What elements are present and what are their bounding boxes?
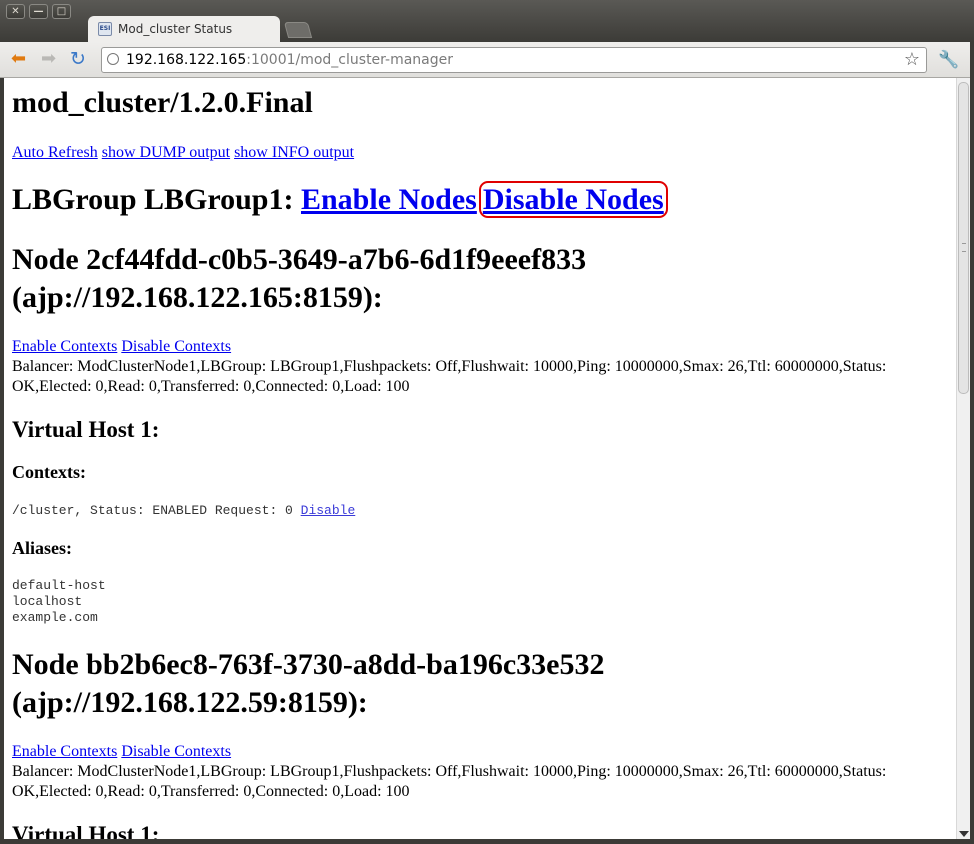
context-status: /cluster, Status: ENABLED Request: 0 [12, 503, 301, 518]
window-border [970, 42, 974, 844]
page-title: mod_cluster/1.2.0.Final [12, 86, 313, 119]
highlight-box: Disable Nodes [478, 181, 668, 218]
alias-item: localhost [12, 594, 83, 609]
window-titlebar: ✕ — □ ESI Mod_cluster Status [0, 0, 974, 42]
lbgroup-heading: LBGroup LBGroup1: Enable Nodes Disable No… [12, 181, 668, 218]
minimize-window-button[interactable]: — [29, 4, 48, 19]
node-2-virtual-host-heading: Virtual Host 1: [12, 822, 160, 839]
vertical-scrollbar[interactable] [956, 78, 970, 839]
window-controls: ✕ — □ [6, 4, 71, 19]
node-2-balancer-info: Balancer: ModClusterNode1,LBGroup: LBGro… [12, 763, 887, 800]
scroll-down-arrow-icon[interactable] [959, 831, 969, 837]
auto-refresh-link[interactable]: Auto Refresh [12, 144, 98, 161]
node-1-enable-contexts-link[interactable]: Enable Contexts [12, 338, 117, 355]
disable-nodes-link[interactable]: Disable Nodes [483, 183, 664, 216]
wrench-menu-icon[interactable]: 🔧 [938, 50, 959, 70]
window-border [0, 839, 974, 844]
node-1-heading: Node 2cf44fdd-c0b5-3649-a7b6-6d1f9eeef83… [12, 243, 587, 314]
forward-arrow-icon[interactable]: ➡ [41, 50, 56, 68]
scrollbar-thumb[interactable] [958, 82, 969, 394]
node-1-disable-contexts-link[interactable]: Disable Contexts [121, 338, 231, 355]
show-dump-link[interactable]: show DUMP output [102, 144, 230, 161]
browser-toolbar: ⬅ ➡ ↻ 192.168.122.165:10001/mod_cluster-… [0, 42, 974, 78]
show-info-link[interactable]: show INFO output [234, 144, 354, 161]
bookmark-star-icon[interactable]: ☆ [904, 48, 920, 72]
node-2-enable-contexts-link[interactable]: Enable Contexts [12, 743, 117, 760]
node-1-virtual-host-heading: Virtual Host 1: [12, 417, 160, 442]
node-2-disable-contexts-link[interactable]: Disable Contexts [121, 743, 231, 760]
favicon-icon: ESI [98, 22, 112, 36]
enable-nodes-link[interactable]: Enable Nodes [301, 183, 477, 216]
url-host: 192.168.122.165 [126, 52, 247, 68]
lbgroup-label: LBGroup LBGroup1: [12, 183, 301, 216]
context-disable-link[interactable]: Disable [301, 503, 356, 518]
browser-tab[interactable]: ESI Mod_cluster Status [88, 16, 280, 42]
node-1-balancer-info: Balancer: ModClusterNode1,LBGroup: LBGro… [12, 358, 887, 395]
node-1-contexts-heading: Contexts: [12, 462, 86, 482]
url-path: :10001/mod_cluster-manager [246, 52, 454, 68]
close-window-button[interactable]: ✕ [6, 4, 25, 19]
maximize-window-button[interactable]: □ [52, 4, 71, 19]
node-1-aliases-heading: Aliases: [12, 538, 72, 558]
tab-title: Mod_cluster Status [118, 22, 233, 36]
reload-icon[interactable]: ↻ [70, 50, 86, 69]
node-2-context-links: Enable Contexts Disable Contexts [12, 743, 231, 761]
node-2-heading: Node bb2b6ec8-763f-3730-a8dd-ba196c33e53… [12, 648, 605, 719]
grip-icon [962, 243, 966, 252]
back-arrow-icon[interactable]: ⬅ [11, 50, 26, 68]
globe-icon [107, 53, 119, 65]
node-1-context-links: Enable Contexts Disable Contexts [12, 338, 231, 356]
address-bar[interactable]: 192.168.122.165:10001/mod_cluster-manage… [101, 47, 927, 73]
alias-item: example.com [12, 610, 98, 625]
node-1-alias-list: default-host localhost example.com [12, 578, 106, 626]
page-viewport: mod_cluster/1.2.0.Final Auto Refresh sho… [4, 78, 956, 839]
alias-item: default-host [12, 578, 106, 593]
node-1-context-row: /cluster, Status: ENABLED Request: 0 Dis… [12, 503, 355, 519]
top-links: Auto Refresh show DUMP output show INFO … [12, 144, 354, 162]
new-tab-button[interactable] [283, 22, 313, 38]
